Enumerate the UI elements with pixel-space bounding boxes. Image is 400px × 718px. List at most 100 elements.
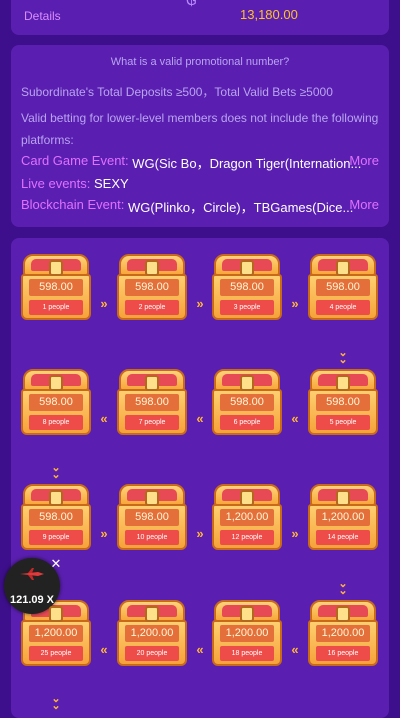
lock-icon — [145, 375, 159, 391]
chest-people: 20 people — [125, 646, 179, 661]
close-icon[interactable]: ✕ — [49, 557, 63, 571]
chest-body: 1,200.00 18 people — [212, 620, 282, 666]
lock-icon — [336, 606, 350, 622]
treasure-chest[interactable]: 1,200.00 14 people — [308, 484, 378, 550]
chest-body: 598.00 1 people — [21, 274, 91, 320]
chest-body: 598.00 4 people — [308, 274, 378, 320]
lock-icon — [145, 606, 159, 622]
chest-people: 2 people — [125, 300, 179, 315]
chevron-double-down-icon: ⌄ ⌄ — [51, 462, 61, 481]
treasure-chest[interactable]: 1,200.00 12 people — [212, 484, 282, 550]
lock-icon — [49, 260, 63, 276]
treasure-chest[interactable]: 598.00 1 people — [21, 254, 91, 320]
chest-people: 10 people — [125, 530, 179, 545]
chevron-double-left-icon: « — [196, 642, 204, 657]
chevron-double-right-icon: » — [100, 526, 108, 541]
treasure-chest[interactable]: 598.00 5 people — [308, 369, 378, 435]
treasure-chest[interactable]: 1,200.00 20 people — [117, 600, 187, 666]
chest-people: 25 people — [29, 646, 83, 661]
chevron-double-right-icon: » — [196, 296, 204, 311]
chest-people: 4 people — [316, 300, 370, 315]
blockchain-label: Blockchain Event: — [21, 197, 128, 212]
exclusion-note-1: Valid betting for lower-level members do… — [21, 111, 379, 125]
lock-icon — [336, 375, 350, 391]
treasure-chest[interactable]: 598.00 2 people — [117, 254, 187, 320]
lock-icon — [145, 260, 159, 276]
treasure-chest[interactable]: 598.00 8 people — [21, 369, 91, 435]
chest-amount: 598.00 — [220, 279, 274, 296]
summary-card: ₲ Details 13,180.00 — [11, 0, 389, 35]
treasure-chest[interactable]: 598.00 6 people — [212, 369, 282, 435]
lock-icon — [240, 260, 254, 276]
chest-people: 8 people — [29, 415, 83, 430]
chest-people: 14 people — [316, 530, 370, 545]
chest-people: 12 people — [220, 530, 274, 545]
promotion-rules-card: What is a valid promotional number? Subo… — [11, 45, 389, 227]
card-game-value: WG(Sic Bo，Dragon Tiger(Internation... — [132, 156, 362, 171]
chest-people: 9 people — [29, 530, 83, 545]
chevron-double-right-icon: » — [100, 296, 108, 311]
live-events-row: Live events: SEXY — [21, 176, 379, 194]
chest-people: 5 people — [316, 415, 370, 430]
treasure-chest[interactable]: 598.00 10 people — [117, 484, 187, 550]
chest-body: 1,200.00 12 people — [212, 504, 282, 550]
chest-amount: 598.00 — [29, 509, 83, 526]
lock-icon — [240, 606, 254, 622]
chevron-double-left-icon: « — [291, 642, 299, 657]
treasure-chest[interactable]: 598.00 7 people — [117, 369, 187, 435]
chest-amount: 1,200.00 — [316, 509, 370, 526]
chevron-double-right-icon: » — [196, 526, 204, 541]
chest-people: 18 people — [220, 646, 274, 661]
chest-body: 598.00 10 people — [117, 504, 187, 550]
chevron-double-left-icon: « — [196, 411, 204, 426]
treasure-chest-grid: 598.00 1 people 598.00 2 people 598.00 3 peop… — [11, 238, 389, 718]
treasure-chest[interactable]: 598.00 9 people — [21, 484, 91, 550]
lock-icon — [240, 490, 254, 506]
card-game-label: Card Game Event: — [21, 153, 133, 168]
plane-icon — [20, 568, 44, 580]
chest-amount: 1,200.00 — [220, 509, 274, 526]
card-game-more-link[interactable]: More — [349, 153, 379, 168]
chest-amount: 598.00 — [29, 279, 83, 296]
chest-amount: 598.00 — [316, 394, 370, 411]
chest-people: 7 people — [125, 415, 179, 430]
chest-body: 1,200.00 20 people — [117, 620, 187, 666]
chevron-double-left-icon: « — [100, 411, 108, 426]
chest-amount: 1,200.00 — [29, 625, 83, 642]
lock-icon — [49, 490, 63, 506]
exclusion-note-2: platforms: — [21, 133, 74, 147]
chevron-double-right-icon: » — [291, 296, 299, 311]
details-link[interactable]: Details — [24, 9, 61, 23]
live-events-value: SEXY — [94, 176, 129, 191]
chest-body: 598.00 2 people — [117, 274, 187, 320]
chest-body: 1,200.00 14 people — [308, 504, 378, 550]
blockchain-more-link[interactable]: More — [349, 197, 379, 212]
reward-amount: 13,180.00 — [240, 7, 298, 22]
lock-icon — [336, 490, 350, 506]
partial-icon: ₲ — [186, 0, 197, 8]
chest-body: 1,200.00 16 people — [308, 620, 378, 666]
chest-amount: 1,200.00 — [316, 625, 370, 642]
treasure-chest[interactable]: 1,200.00 18 people — [212, 600, 282, 666]
chest-body: 1,200.00 25 people — [21, 620, 91, 666]
chevron-double-left-icon: « — [100, 642, 108, 657]
chest-body: 598.00 5 people — [308, 389, 378, 435]
rules-title: What is a valid promotional number? — [110, 56, 290, 68]
blockchain-value: WG(Plinko，Circle)，TBGames(Dice... — [127, 200, 354, 215]
chest-amount: 598.00 — [29, 394, 83, 411]
treasure-chest[interactable]: 1,200.00 16 people — [308, 600, 378, 666]
chevron-double-down-icon: ⌄ ⌄ — [338, 347, 348, 366]
chest-amount: 598.00 — [220, 394, 274, 411]
treasure-chest[interactable]: 598.00 4 people — [308, 254, 378, 320]
chest-body: 598.00 9 people — [21, 504, 91, 550]
chest-people: 3 people — [220, 300, 274, 315]
chest-amount: 598.00 — [316, 279, 370, 296]
chest-amount: 1,200.00 — [125, 625, 179, 642]
blockchain-row: Blockchain Event: WG(Plinko，Circle)，TBGa… — [21, 197, 379, 215]
lock-icon — [49, 375, 63, 391]
lock-icon — [145, 490, 159, 506]
chest-people: 6 people — [220, 415, 274, 430]
chest-body: 598.00 6 people — [212, 389, 282, 435]
multiplier-value: 121.09 X — [9, 594, 55, 606]
treasure-chest[interactable]: 598.00 3 people — [212, 254, 282, 320]
